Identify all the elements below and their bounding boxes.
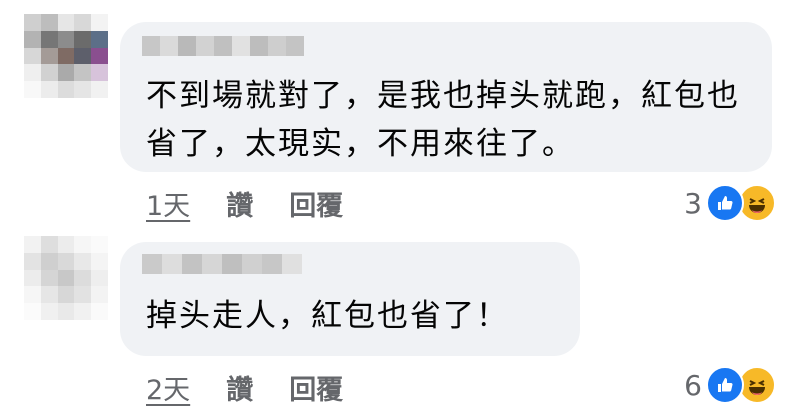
reaction-summary[interactable]: 6 bbox=[684, 366, 776, 404]
reaction-count: 3 bbox=[684, 186, 702, 220]
reply-button[interactable]: 回覆 bbox=[289, 184, 343, 223]
comment-timestamp[interactable]: 1天 bbox=[146, 184, 190, 223]
comment: 不到場就對了，是我也掉头就跑，紅包也省了，太現实，不用來往了。 1天 讚 回覆 … bbox=[0, 0, 800, 230]
comment-bubble: 掉头走人，紅包也省了！ bbox=[120, 242, 580, 356]
like-icon bbox=[706, 366, 744, 404]
comment: 掉头走人，紅包也省了！ 2天 讚 回覆 bbox=[0, 230, 800, 414]
like-button[interactable]: 讚 bbox=[226, 184, 253, 223]
comment-text: 不到場就對了，是我也掉头就跑，紅包也省了，太現实，不用來往了。 bbox=[146, 78, 740, 162]
comment-actions: 1天 讚 回覆 bbox=[146, 184, 343, 223]
reply-button[interactable]: 回覆 bbox=[289, 368, 343, 407]
reaction-summary[interactable]: 3 bbox=[684, 184, 776, 222]
author-name-redacted[interactable] bbox=[142, 36, 304, 56]
comment-bubble: 不到場就對了，是我也掉头就跑，紅包也省了，太現实，不用來往了。 bbox=[120, 22, 772, 172]
avatar[interactable] bbox=[24, 14, 108, 98]
like-button[interactable]: 讚 bbox=[226, 368, 253, 407]
author-name-redacted[interactable] bbox=[142, 254, 302, 274]
comment-text: 掉头走人，紅包也省了！ bbox=[146, 298, 509, 334]
comment-timestamp[interactable]: 2天 bbox=[146, 368, 190, 407]
comment-actions: 2天 讚 回覆 bbox=[146, 368, 343, 407]
avatar[interactable] bbox=[24, 236, 108, 320]
reaction-count: 6 bbox=[684, 368, 702, 402]
like-icon bbox=[706, 184, 744, 222]
